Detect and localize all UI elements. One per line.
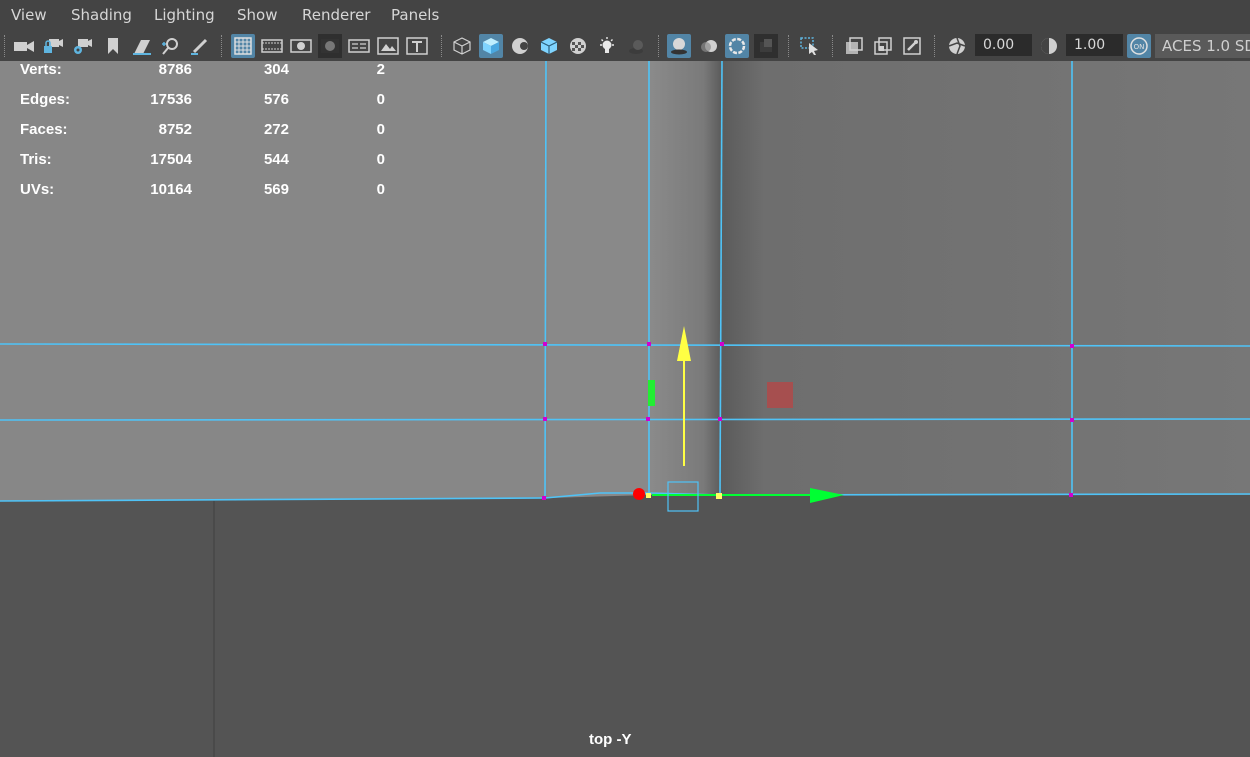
hud-uvs-total: 10164 <box>150 181 192 198</box>
depth-of-field-icon[interactable] <box>754 34 778 58</box>
hud-verts-components: 2 <box>376 61 385 78</box>
motion-blur-icon[interactable] <box>696 34 720 58</box>
hud-edges-components: 0 <box>376 91 385 108</box>
camera-lock-icon[interactable] <box>41 34 65 58</box>
textured-icon[interactable] <box>566 34 590 58</box>
hud-tris-components: 0 <box>376 151 385 168</box>
hud-label-verts: Verts: <box>20 61 62 78</box>
hud-label-edges: Edges: <box>20 91 71 108</box>
smooth-shade-icon[interactable] <box>479 34 503 58</box>
hud-faces-components: 0 <box>376 121 385 138</box>
zoom-2d-icon[interactable] <box>159 34 183 58</box>
hud-faces-selected: 272 <box>263 121 289 138</box>
hud-label-faces: Faces: <box>20 121 68 138</box>
isolate-select-icon[interactable] <box>798 34 822 58</box>
exposure-icon[interactable] <box>945 34 969 58</box>
yz-plane-handle[interactable] <box>648 380 655 406</box>
grease-pencil-icon[interactable] <box>188 34 212 58</box>
hud-uvs-components: 0 <box>376 181 385 198</box>
bookmark-icon[interactable] <box>101 34 125 58</box>
x-axis-handle[interactable] <box>633 488 645 500</box>
menu-view[interactable]: View <box>11 6 47 24</box>
gamma-icon[interactable] <box>1037 34 1061 58</box>
camera-icon[interactable] <box>12 34 36 58</box>
hud-edges-selected: 576 <box>263 91 289 108</box>
camera-attributes-icon[interactable] <box>70 34 94 58</box>
toolbar-separator <box>4 35 7 57</box>
color-management-icon[interactable]: ON <box>1127 34 1151 58</box>
safe-action-icon[interactable] <box>376 34 400 58</box>
color-management-badge: ON <box>1134 43 1145 51</box>
xray-icon[interactable] <box>842 34 866 58</box>
mesh-face-mid <box>548 61 648 498</box>
hud-tris-selected: 544 <box>263 151 289 168</box>
toolbar-separator <box>221 35 224 57</box>
default-material-icon[interactable] <box>508 34 532 58</box>
pivot-point <box>646 493 651 498</box>
hud-tris-total: 17504 <box>150 151 192 168</box>
menu-lighting[interactable]: Lighting <box>154 6 215 24</box>
pivot-point <box>716 493 722 499</box>
use-all-lights-icon[interactable] <box>595 34 619 58</box>
menu-renderer[interactable]: Renderer <box>302 6 370 24</box>
toolbar-separator <box>658 35 661 57</box>
hud-verts-selected: 304 <box>263 61 289 78</box>
hud-verts-total: 8786 <box>158 61 192 78</box>
hud-faces-total: 8752 <box>158 121 192 138</box>
menu-shading[interactable]: Shading <box>71 6 132 24</box>
wireframe-icon[interactable] <box>450 34 474 58</box>
camera-name-label: top -Y <box>589 731 632 748</box>
xz-plane-handle[interactable] <box>767 382 793 408</box>
gamma-field[interactable]: 1.00 <box>1066 34 1123 56</box>
gate-mask-icon[interactable] <box>318 34 342 58</box>
hud-uvs-selected: 569 <box>263 181 289 198</box>
xray-active-components-icon[interactable] <box>871 34 895 58</box>
color-space-label[interactable]: ACES 1.0 SDR-video <box>1155 34 1250 58</box>
film-gate-icon[interactable] <box>260 34 284 58</box>
poly-count-hud: Verts: 8786 304 2 Edges: 17536 576 0 Fac… <box>0 61 420 211</box>
menu-show[interactable]: Show <box>237 6 277 24</box>
menu-bar: View Shading Lighting Show Renderer Pane… <box>0 0 1250 31</box>
resolution-gate-icon[interactable] <box>289 34 313 58</box>
toolbar-separator <box>832 35 835 57</box>
field-chart-icon[interactable] <box>347 34 371 58</box>
image-plane-icon[interactable] <box>130 34 154 58</box>
exposure-field[interactable]: 0.00 <box>975 34 1032 56</box>
wireframe-on-shaded-icon[interactable] <box>537 34 561 58</box>
safe-title-icon[interactable] <box>405 34 429 58</box>
multisample-aa-icon[interactable] <box>725 34 749 58</box>
toolbar-separator <box>788 35 791 57</box>
xray-joints-icon[interactable] <box>900 34 924 58</box>
screen-space-ao-icon[interactable] <box>667 34 691 58</box>
hud-edges-total: 17536 <box>150 91 192 108</box>
mesh-face-right <box>722 61 1250 495</box>
shadows-icon[interactable] <box>624 34 648 58</box>
panel-toolbar: 0.00 1.00 ON ACES 1.0 SDR-video <box>0 31 1250 61</box>
toolbar-separator <box>934 35 937 57</box>
hud-label-uvs: UVs: <box>20 181 55 198</box>
toolbar-separator <box>441 35 444 57</box>
menu-panels[interactable]: Panels <box>391 6 439 24</box>
grid-icon[interactable] <box>231 34 255 58</box>
hud-label-tris: Tris: <box>20 151 52 168</box>
